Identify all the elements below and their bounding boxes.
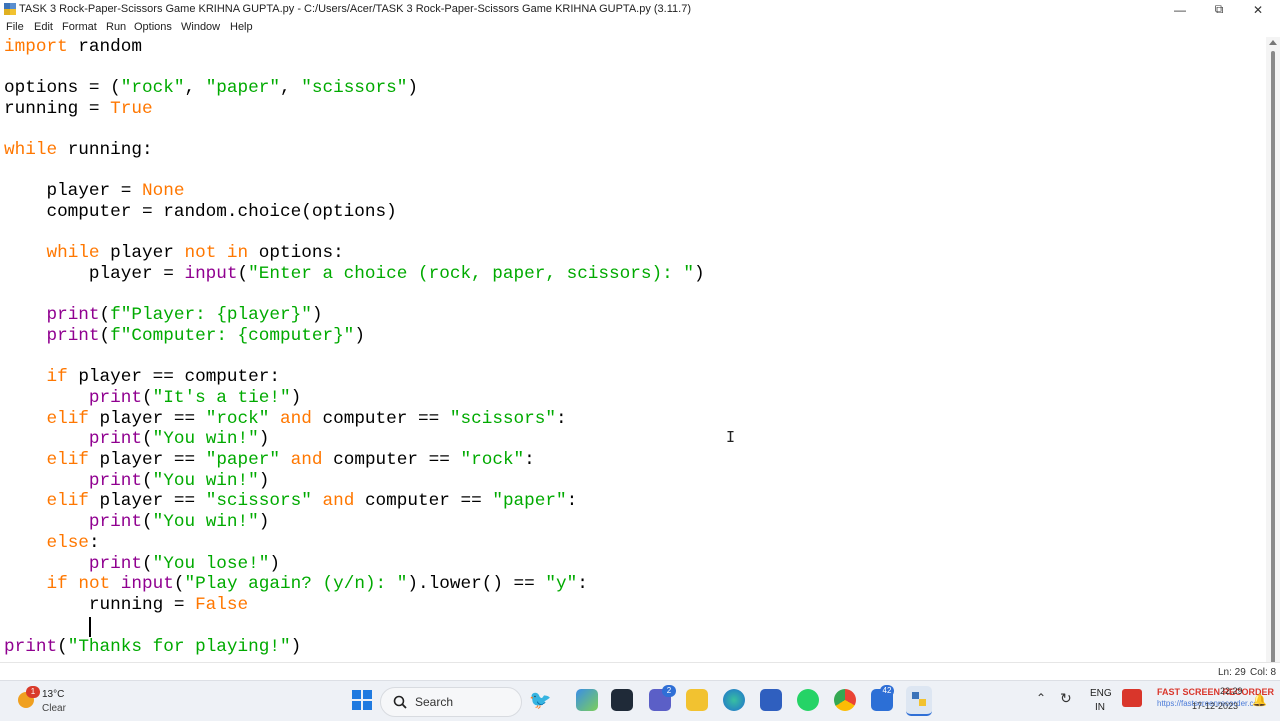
- python-icon: [912, 692, 926, 706]
- code-line-12: player = input("Enter a choice (rock, pa…: [4, 264, 705, 284]
- weather-temp: 13°C: [42, 689, 65, 700]
- code-line-23: elif player == "scissors" and computer =…: [46, 491, 578, 511]
- menu-options[interactable]: Options: [134, 21, 172, 33]
- language-line-1[interactable]: ENG: [1090, 688, 1112, 699]
- minimize-button[interactable]: —: [1160, 0, 1200, 19]
- python-idle-taskbar-icon[interactable]: [906, 686, 932, 716]
- weather-alert-badge: 1: [26, 686, 40, 698]
- copilot-icon[interactable]: [576, 689, 598, 711]
- windows-taskbar: 1 13°C Clear Search 🐦 2 42 ⌃ ↻ ENG IN FA…: [0, 680, 1280, 721]
- line-number: Ln: 29: [1218, 667, 1246, 678]
- search-placeholder: Search: [415, 695, 454, 709]
- file-explorer-icon[interactable]: [686, 689, 708, 711]
- chrome-icon[interactable]: [834, 689, 856, 711]
- code-line-19: elif player == "rock" and computer == "s…: [46, 409, 567, 429]
- screen-recorder-icon[interactable]: [1122, 689, 1142, 707]
- close-icon: ✕: [1252, 2, 1264, 17]
- code-line-4: running = True: [4, 99, 153, 119]
- code-line-20: print("You win!"): [88, 429, 270, 449]
- menu-edit[interactable]: Edit: [34, 21, 53, 33]
- code-line-14: print(f"Player: {player}"): [46, 305, 323, 325]
- code-line-21: elif player == "paper" and computer == "…: [46, 450, 535, 470]
- chevron-up-icon[interactable]: ⌃: [1036, 691, 1046, 705]
- menu-run[interactable]: Run: [106, 21, 126, 33]
- windows-start-icon[interactable]: [352, 690, 372, 710]
- code-line-8: player = None: [4, 181, 185, 201]
- code-editor[interactable]: import random options = ("rock", "paper"…: [0, 37, 1266, 662]
- vertical-scrollbar[interactable]: [1266, 37, 1280, 671]
- weather-widget[interactable]: 1 13°C Clear: [16, 685, 96, 717]
- search-icon: [393, 695, 407, 709]
- restore-button[interactable]: ⧉: [1199, 0, 1239, 19]
- close-button[interactable]: ✕: [1238, 0, 1278, 19]
- code-line-11: while player not in options:: [46, 243, 344, 263]
- title-bar: TASK 3 Rock-Paper-Scissors Game KRIHNA G…: [0, 0, 1280, 19]
- menu-format[interactable]: Format: [62, 21, 97, 33]
- menu-window[interactable]: Window: [181, 21, 220, 33]
- code-line-22: print("You win!"): [88, 471, 270, 491]
- edge-icon[interactable]: [723, 689, 745, 711]
- code-line-25: else:: [46, 533, 100, 553]
- status-bar: Ln: 29 Col: 8: [0, 662, 1280, 681]
- code-line-15: print(f"Computer: {computer}"): [46, 326, 365, 346]
- chat-badge: 2: [662, 685, 676, 697]
- window-title: TASK 3 Rock-Paper-Scissors Game KRIHNA G…: [19, 3, 691, 15]
- code-line-17: if player == computer:: [46, 367, 280, 387]
- notification-bell-icon[interactable]: 🔔: [1252, 693, 1267, 707]
- minimize-icon: —: [1174, 2, 1186, 17]
- sync-icon[interactable]: ↻: [1060, 690, 1072, 707]
- code-line-1: import random: [4, 37, 142, 57]
- code-line-3: options = ("rock", "paper", "scissors"): [4, 78, 419, 98]
- code-line-28: running = False: [4, 595, 249, 615]
- clock-date[interactable]: 17-12-2023: [1192, 701, 1238, 711]
- restore-icon: ⧉: [1214, 2, 1224, 16]
- whatsapp-icon[interactable]: [797, 689, 819, 711]
- taskbar-search[interactable]: Search 🐦: [380, 687, 551, 717]
- weather-desc: Clear: [42, 703, 66, 714]
- bird-widget-icon: 🐦: [529, 690, 552, 710]
- menu-bar: File Edit Format Run Options Window Help: [0, 19, 1280, 36]
- menu-help[interactable]: Help: [230, 21, 253, 33]
- code-line-30: print("Thanks for playing!"): [4, 637, 302, 657]
- store-badge: 42: [880, 685, 894, 697]
- menu-file[interactable]: File: [6, 21, 24, 33]
- scroll-thumb[interactable]: [1271, 51, 1275, 671]
- code-line-24: print("You win!"): [88, 512, 270, 532]
- code-line-26: print("You lose!"): [88, 554, 281, 574]
- language-line-2: IN: [1095, 702, 1105, 713]
- text-cursor: [89, 617, 91, 637]
- python-idle-icon: [4, 3, 16, 15]
- ibeam-cursor-icon: I: [726, 428, 736, 446]
- code-line-6: while running:: [4, 140, 153, 160]
- clock-time[interactable]: 22:29: [1220, 686, 1243, 696]
- task-view-icon[interactable]: [611, 689, 633, 711]
- microsoft-store-icon[interactable]: [760, 689, 782, 711]
- code-line-9: computer = random.choice(options): [4, 202, 397, 222]
- scroll-up-icon[interactable]: [1269, 40, 1277, 45]
- code-line-27: if not input("Play again? (y/n): ").lowe…: [46, 574, 588, 594]
- code-line-18: print("It's a tie!"): [88, 388, 302, 408]
- column-number: Col: 8: [1250, 667, 1277, 678]
